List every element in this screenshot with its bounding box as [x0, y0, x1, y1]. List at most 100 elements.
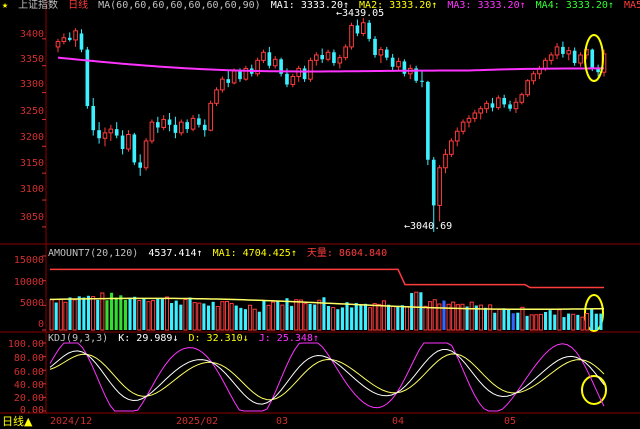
volume-bar [224, 300, 230, 331]
volume-bar [571, 313, 576, 331]
candle-body [378, 49, 384, 56]
volume-bar [49, 298, 54, 331]
volume-bar [68, 297, 72, 330]
candle-body [360, 22, 366, 34]
volume-bar [553, 314, 557, 330]
candle-body [126, 133, 131, 150]
volume-bar [493, 312, 497, 330]
volume-bar [276, 301, 280, 330]
amount-tick: 0 [37, 319, 44, 330]
volume-bar [58, 298, 63, 331]
volume-bar [156, 298, 160, 330]
volume-bar [502, 308, 506, 330]
volume-bar [469, 301, 474, 331]
chart-canvas[interactable] [0, 0, 640, 429]
kdj-tick: 100.00 [7, 339, 44, 350]
candle-body [114, 129, 119, 136]
volume-bar [350, 307, 354, 330]
candle-body [367, 22, 371, 39]
candle-body [420, 80, 424, 82]
candle-body [519, 94, 525, 103]
volume-bar [298, 299, 303, 331]
candle-body [55, 41, 61, 48]
candle-body [343, 46, 348, 59]
kdj-tick: 40.00 [13, 380, 44, 391]
candle-body [490, 103, 495, 108]
date-label: 2025/02 [176, 416, 219, 427]
kdj-tick: 20.00 [13, 393, 44, 404]
kdj-tick: 80.00 [13, 353, 44, 364]
candle-body [285, 73, 289, 85]
candle-body [226, 79, 231, 83]
candle-body [402, 61, 407, 74]
candle-body [261, 51, 266, 61]
amount-header: AMOUNT7(20,120) 4537.414↑ MA1: 4704.425↑… [48, 248, 391, 260]
volume-bar [294, 299, 299, 331]
candle-body [314, 54, 319, 61]
low-annotation: ←3040.69 [404, 221, 453, 232]
candle-body [302, 68, 307, 80]
volume-bar [580, 316, 585, 331]
amount-tick: 15000 [13, 255, 44, 266]
volume-bar [202, 303, 206, 330]
volume-bar [331, 307, 336, 331]
period-label[interactable]: 日线 [68, 0, 88, 11]
volume-bar [345, 302, 349, 330]
candle-body [143, 140, 149, 169]
candle-body [349, 24, 354, 48]
toolbar-icons[interactable]: ★ [2, 0, 8, 11]
volume-bar [391, 305, 396, 331]
volume-bar [404, 306, 410, 331]
price-tick: 3350 [19, 54, 44, 65]
volume-bar [442, 300, 446, 330]
candle-body [554, 46, 560, 56]
candle-body [67, 37, 72, 40]
volume-bar [137, 299, 142, 331]
candle-body [373, 38, 377, 55]
volume-bar [313, 304, 317, 330]
volume-bar [377, 303, 382, 331]
volume-bar [192, 302, 197, 331]
kdj-indicator-name[interactable]: KDJ(9,3,3) [48, 333, 108, 344]
volume-bar [146, 301, 151, 331]
candle-body [220, 78, 225, 91]
price-tick: 3150 [19, 158, 44, 169]
price-tick: 3400 [19, 29, 44, 40]
candle-body [73, 30, 78, 41]
candle-body [502, 97, 507, 105]
candle-body [138, 162, 143, 168]
kdj-k-value: K: 29.989↓ [118, 333, 179, 344]
kdj-j-value: J: 25.348↑ [258, 333, 319, 344]
volume-bar [511, 313, 515, 330]
date-label: 05 [504, 416, 517, 427]
volume-bar [520, 306, 525, 331]
volume-bar [322, 297, 326, 330]
candle-body [91, 106, 96, 131]
candle-body [178, 121, 184, 134]
volume-bar [387, 304, 391, 330]
volume-bar [483, 307, 488, 330]
volume-bar [266, 304, 271, 331]
candle-body [513, 101, 519, 110]
volume-bar [170, 302, 174, 330]
kdj-tick: 60.00 [13, 367, 44, 378]
candle-body [208, 102, 213, 131]
volume-bar [317, 299, 322, 331]
candle-body [320, 54, 325, 60]
candle-body [484, 102, 489, 110]
candle-body [167, 119, 172, 125]
candle-body [472, 112, 478, 119]
volume-bar [419, 292, 423, 330]
volume-bar [363, 303, 368, 330]
candle-body [231, 70, 237, 84]
candle-body [120, 135, 125, 149]
volume-bar [548, 310, 552, 330]
index-title: 上证指数 [18, 0, 59, 11]
volume-bar [257, 311, 261, 330]
candle-body [525, 80, 530, 96]
candle-body [466, 117, 472, 123]
amount-indicator-name[interactable]: AMOUNT7(20,120) [48, 248, 138, 259]
candle-body [449, 140, 454, 155]
period-tab[interactable]: 日线▲ [0, 414, 48, 429]
date-label: 04 [392, 416, 405, 427]
